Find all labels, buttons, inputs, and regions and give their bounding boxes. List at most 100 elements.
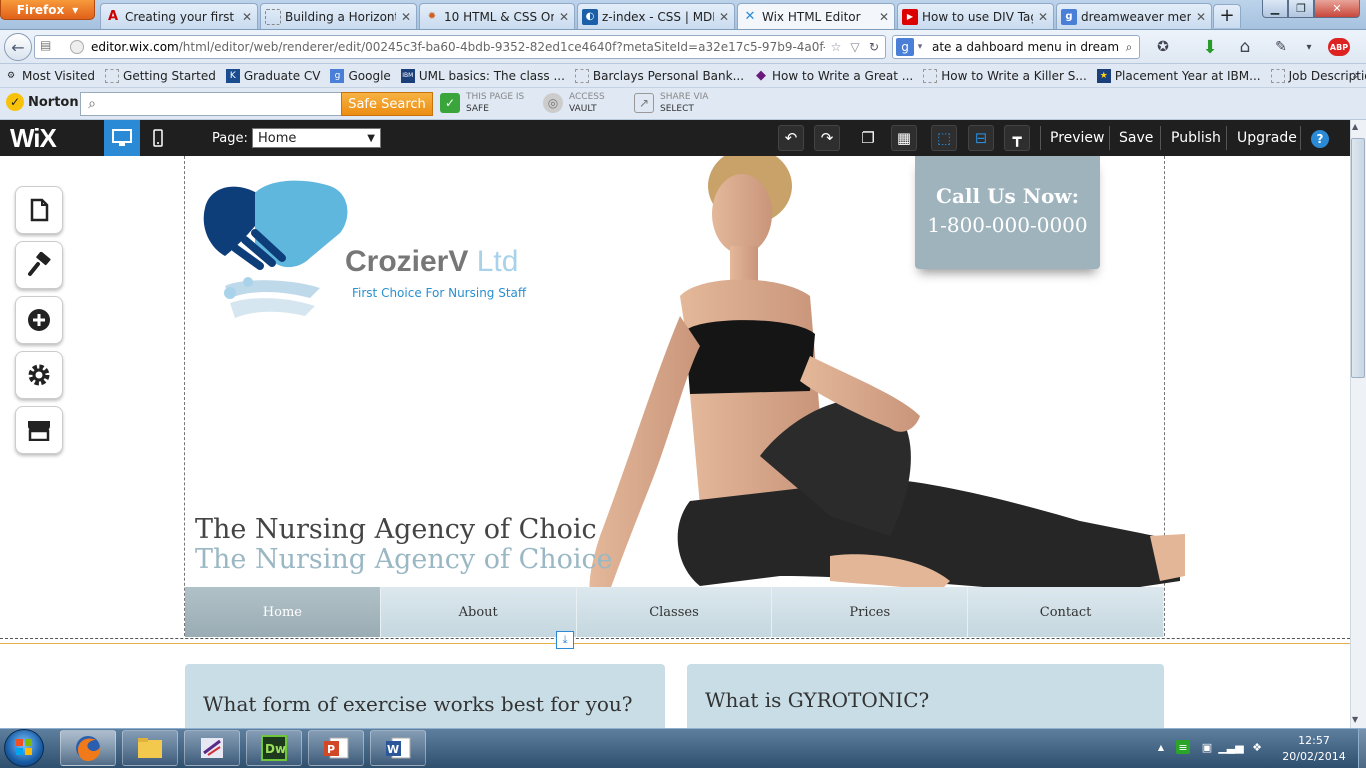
taskbar-dreamweaver[interactable]: Dw	[246, 730, 302, 766]
bookmark-star-icon[interactable]: ☆	[825, 40, 847, 54]
menu-item-about[interactable]: About	[380, 587, 577, 637]
help-button[interactable]: ?	[1311, 130, 1329, 148]
design-tool-button[interactable]	[15, 241, 63, 289]
tab-dreamweaver-menu[interactable]: g dreamweaver menu... ✕	[1056, 3, 1212, 29]
share-via-button[interactable]: ↗ SHARE VIA SELECT	[634, 91, 708, 115]
content-card-gyrotonic[interactable]: What is GYROTONIC?	[687, 664, 1164, 734]
safe-search-button[interactable]: Safe Search	[341, 92, 433, 116]
close-icon[interactable]: ✕	[558, 10, 570, 24]
menu-item-classes[interactable]: Classes	[576, 587, 773, 637]
new-tab-button[interactable]: +	[1213, 4, 1241, 28]
redo-button[interactable]: ↷	[814, 125, 840, 151]
chevron-down-icon[interactable]: ▾	[1298, 36, 1320, 58]
tray-device-icon[interactable]: ▣	[1200, 740, 1214, 754]
handshake-logo[interactable]	[200, 178, 352, 328]
add-tool-button[interactable]	[15, 296, 63, 344]
pages-tool-button[interactable]	[15, 186, 63, 234]
firefox-menu-button[interactable]: Firefox ▾	[0, 0, 95, 20]
save-button[interactable]: Save	[1119, 130, 1153, 146]
snap-button[interactable]: ⊟	[968, 125, 994, 151]
desktop-view-button[interactable]	[104, 120, 140, 156]
taskbar-explorer[interactable]	[122, 730, 178, 766]
bookmark-google[interactable]: g Google	[326, 68, 396, 83]
bookmark-most-visited[interactable]: ⚙ Most Visited	[0, 69, 101, 83]
maximize-button[interactable]: ❐	[1288, 0, 1314, 18]
tab-building-horizontal[interactable]: Building a Horizont... ✕	[260, 3, 417, 29]
search-icon[interactable]: ⌕	[1119, 40, 1139, 55]
tab-wix-html-editor[interactable]: ✕ Wix HTML Editor ✕	[737, 3, 895, 29]
home-icon[interactable]: ⌂	[1234, 36, 1256, 58]
close-icon[interactable]: ✕	[1195, 10, 1207, 24]
bookmark-barclays[interactable]: Barclays Personal Bank...	[571, 68, 750, 83]
close-icon[interactable]: ✕	[718, 10, 730, 24]
history-icon[interactable]: ▤	[40, 38, 54, 54]
bookmark-uml-basics[interactable]: IBM UML basics: The class ...	[397, 68, 571, 83]
norton-search-input[interactable]: ⌕	[80, 92, 342, 116]
header-resize-handle[interactable]: ⤓	[556, 631, 574, 649]
gridlines-button[interactable]: ⬚	[931, 125, 957, 151]
scroll-down-icon[interactable]: ▼	[1352, 715, 1358, 724]
publish-button[interactable]: Publish	[1171, 130, 1221, 146]
bookmark-graduate-cv[interactable]: K Graduate CV	[222, 68, 327, 83]
scroll-up-icon[interactable]: ▲	[1352, 122, 1358, 131]
site-menu[interactable]: Home About Classes Prices Contact	[185, 587, 1164, 637]
ruler-button[interactable]: ┳	[1004, 125, 1030, 151]
tab-z-index-mdn[interactable]: ◐ z-index - CSS | MDN ✕	[577, 3, 735, 29]
brand-name[interactable]: CrozierV Ltd	[345, 245, 518, 279]
download-icon[interactable]: ⬇	[1199, 36, 1221, 58]
tray-dropbox-icon[interactable]: ❖	[1250, 740, 1264, 754]
start-button[interactable]	[4, 729, 44, 767]
reload-icon[interactable]: ↻	[863, 40, 885, 54]
close-icon[interactable]: ✕	[878, 10, 890, 24]
paste-button[interactable]: ▦	[891, 125, 917, 151]
mobile-view-button[interactable]	[142, 120, 174, 156]
scrollbar-thumb[interactable]	[1351, 138, 1365, 378]
close-window-button[interactable]: ✕	[1314, 0, 1360, 18]
copy-button[interactable]: ❐	[855, 125, 881, 151]
system-clock[interactable]: 12:57 20/02/2014	[1274, 733, 1354, 765]
hero-image[interactable]	[560, 156, 1185, 608]
menu-item-home[interactable]: Home	[185, 587, 381, 637]
tray-sync-icon[interactable]: ≡	[1176, 740, 1190, 754]
brand-tagline[interactable]: First Choice For Nursing Staff	[352, 286, 526, 300]
google-icon[interactable]: g	[896, 38, 914, 56]
page-safe-status[interactable]: ✓ THIS PAGE IS SAFE	[440, 91, 524, 115]
bookmark-write-killer[interactable]: How to Write a Killer S...	[919, 68, 1093, 83]
chevron-right-icon[interactable]: »	[1352, 68, 1359, 82]
close-icon[interactable]: ✕	[241, 10, 253, 24]
bookmark-placement-ibm[interactable]: ★ Placement Year at IBM...	[1093, 68, 1267, 83]
site-identity-icon[interactable]	[70, 40, 84, 54]
tab-creating-your-first[interactable]: A Creating your first w... ✕	[100, 3, 258, 29]
minimize-button[interactable]: ▁	[1262, 0, 1288, 18]
page-selector[interactable]: Home ▼	[252, 128, 381, 148]
access-vault-button[interactable]: ◎ ACCESS VAULT	[543, 91, 605, 115]
bookmark-getting-started[interactable]: Getting Started	[101, 68, 222, 83]
show-desktop-button[interactable]	[1358, 729, 1366, 768]
preview-button[interactable]: Preview	[1050, 130, 1105, 146]
taskbar-firefox[interactable]	[60, 730, 116, 766]
close-icon[interactable]: ✕	[1037, 10, 1049, 24]
bookmark-write-great[interactable]: ◆ How to Write a Great ...	[750, 68, 919, 83]
menu-item-prices[interactable]: Prices	[772, 587, 969, 637]
network-icon[interactable]: ▁▃▅	[1218, 740, 1243, 754]
tab-10-html-css[interactable]: ✹ 10 HTML & CSS Onl... ✕	[419, 3, 575, 29]
app-market-tool-button[interactable]	[15, 406, 63, 454]
taskbar-visual-studio[interactable]	[184, 730, 240, 766]
chevron-down-icon[interactable]: ▾	[914, 42, 926, 52]
header-boundary-line[interactable]	[0, 638, 1350, 639]
url-bar[interactable]: editor.wix.com/html/editor/web/renderer/…	[34, 35, 886, 59]
search-input[interactable]: ate a dahboard menu in dreamweave	[926, 40, 1119, 54]
dropdown-icon[interactable]: ▽	[847, 40, 863, 54]
tools-icon[interactable]: ✎	[1270, 36, 1292, 58]
adblock-icon[interactable]: ABP	[1328, 38, 1350, 56]
taskbar-powerpoint[interactable]: P	[308, 730, 364, 766]
back-button[interactable]: ←	[4, 33, 32, 61]
norton-logo[interactable]: ✓ Norton	[6, 93, 79, 111]
content-card-exercise[interactable]: What form of exercise works best for you…	[185, 664, 665, 734]
upgrade-button[interactable]: Upgrade	[1237, 130, 1297, 146]
undo-button[interactable]: ↶	[778, 125, 804, 151]
headline[interactable]: The Nursing Agency of Choic	[195, 514, 597, 545]
settings-tool-button[interactable]	[15, 351, 63, 399]
search-bar[interactable]: g ▾ ate a dahboard menu in dreamweave ⌕	[892, 35, 1140, 59]
menu-item-contact[interactable]: Contact	[968, 587, 1164, 637]
